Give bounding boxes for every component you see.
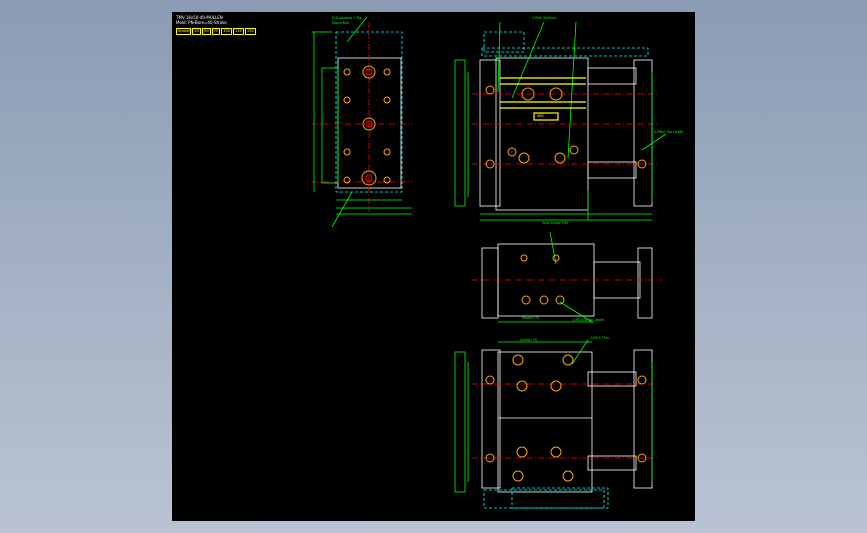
stroke-dim-bottom: Stroke+70 [520,338,537,342]
top-view-holes [520,254,565,305]
stroke-cell: 150 [244,28,256,35]
title-block: TMV-16x50-40-MULLEN Mold: PN-Bore=40-Str… [176,15,227,25]
title-line-2: Mold: PN-Bore=40-Stroke [176,20,227,25]
side-view [312,16,412,228]
stroke-cell: 100 [221,28,233,35]
ports-note: 2-Port (Outline) [532,16,557,20]
stroke-dim-top: Stroke+70 [522,316,539,320]
bar-tag: SMC [537,114,544,118]
depth-note: Depth 8x8 [332,21,349,25]
bottom-view [454,339,658,509]
side-tap-note: 4-M6x1 Tap Depth [654,130,683,134]
bottom-tap-note: 4-M5x0.8 Tap Depth [572,318,605,322]
cad-viewport[interactable]: TMV-16x50-40-MULLEN Mold: PN-Bore=40-Str… [172,12,695,521]
front-view [454,21,667,221]
cap-tap-note: M-6 Adapted 1 Tap [332,16,362,20]
total-stroke-dim: Total Stroke +82 [542,221,569,225]
side-view-holes [343,65,391,186]
top-view [472,231,662,323]
stroke-cell: 25 [192,28,202,35]
front-view-holes [485,85,647,169]
stroke-table: Stroke 25 50 75 100 125 150 [176,28,256,35]
stroke-cell: Stroke [176,28,192,35]
cad-drawing [312,16,667,509]
stroke-cell: 125 [233,28,244,35]
thru-note: 2-Ø5.5 Thru [590,336,610,340]
stroke-cell: 50 [202,28,211,35]
stroke-cell: 75 [211,28,221,35]
